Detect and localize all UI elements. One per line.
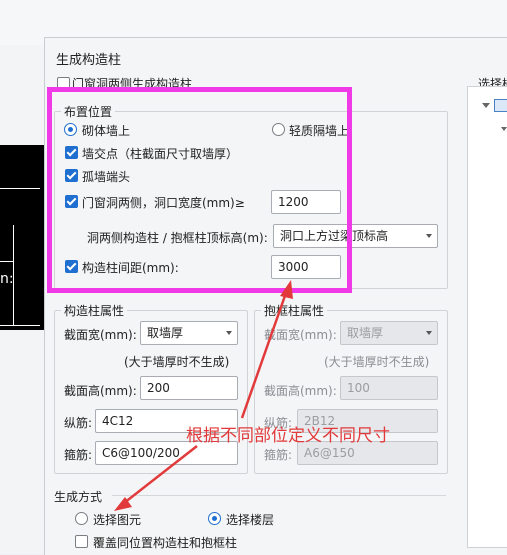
arrow-up-head [280, 280, 293, 299]
annotation-text: 根据不同部位定义不同尺寸 [186, 426, 390, 446]
annotation-arrows [114, 280, 293, 511]
arrow-up-line [240, 289, 289, 419]
arrow-down-line [123, 445, 198, 504]
